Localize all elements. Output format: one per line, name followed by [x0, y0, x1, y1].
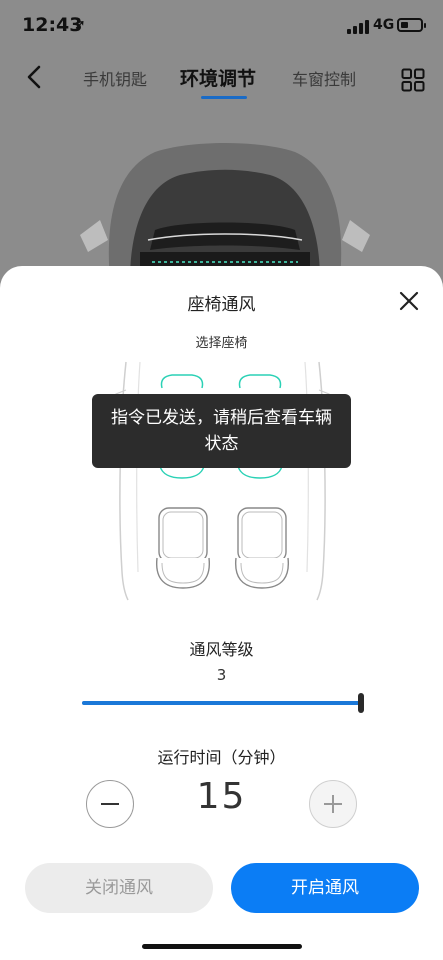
active-tab-indicator — [201, 96, 247, 99]
network-type: 4G — [373, 17, 395, 33]
minus-icon — [101, 803, 119, 805]
select-seat-label: 选择座椅 — [195, 336, 248, 351]
slider-fill — [82, 701, 361, 705]
run-time-label: 运行时间（分钟） — [157, 748, 286, 767]
tab-environment[interactable]: 环境调节 — [180, 64, 256, 91]
top-navigation: 手机钥匙 环境调节 车窗控制 — [0, 54, 443, 104]
car-top-view-image — [80, 143, 370, 280]
slider-thumb[interactable] — [358, 693, 364, 713]
back-arrow-icon[interactable] — [22, 62, 48, 92]
sheet-title: 座椅通风 — [187, 295, 256, 315]
battery-icon — [397, 18, 426, 32]
seat-ventilation-sheet: 座椅通风 选择座椅 指令已发送，请稍后查看车辆状态 通风等级 3 运行时间（分钟… — [0, 266, 443, 960]
ventilation-level-value: 3 — [216, 666, 227, 684]
cellular-signal-icon — [347, 20, 369, 34]
tab-window-control[interactable]: 车窗控制 — [292, 66, 356, 90]
close-icon[interactable] — [398, 290, 420, 312]
increase-time-button[interactable] — [309, 780, 357, 828]
seat-rear-right[interactable] — [234, 507, 290, 589]
ventilation-level-slider[interactable] — [82, 693, 364, 713]
tab-phone-key[interactable]: 手机钥匙 — [83, 66, 147, 90]
status-bar: 12:43 ➚ 4G — [0, 0, 443, 54]
turn-off-ventilation-button[interactable]: 关闭通风 — [25, 863, 213, 913]
turn-on-ventilation-button[interactable]: 开启通风 — [231, 863, 419, 913]
run-time-value: 15 — [196, 776, 247, 817]
dimmed-background: 12:43 ➚ 4G 手机钥匙 环境调节 车窗控制 — [0, 0, 443, 300]
grid-menu-icon[interactable] — [401, 68, 425, 92]
seat-rear-left[interactable] — [155, 507, 211, 589]
toast-message: 指令已发送，请稍后查看车辆状态 — [92, 394, 351, 468]
decrease-time-button[interactable] — [86, 780, 134, 828]
ventilation-level-label: 通风等级 — [189, 640, 254, 659]
home-indicator — [142, 944, 302, 949]
location-arrow-icon: ➚ — [74, 17, 86, 33]
